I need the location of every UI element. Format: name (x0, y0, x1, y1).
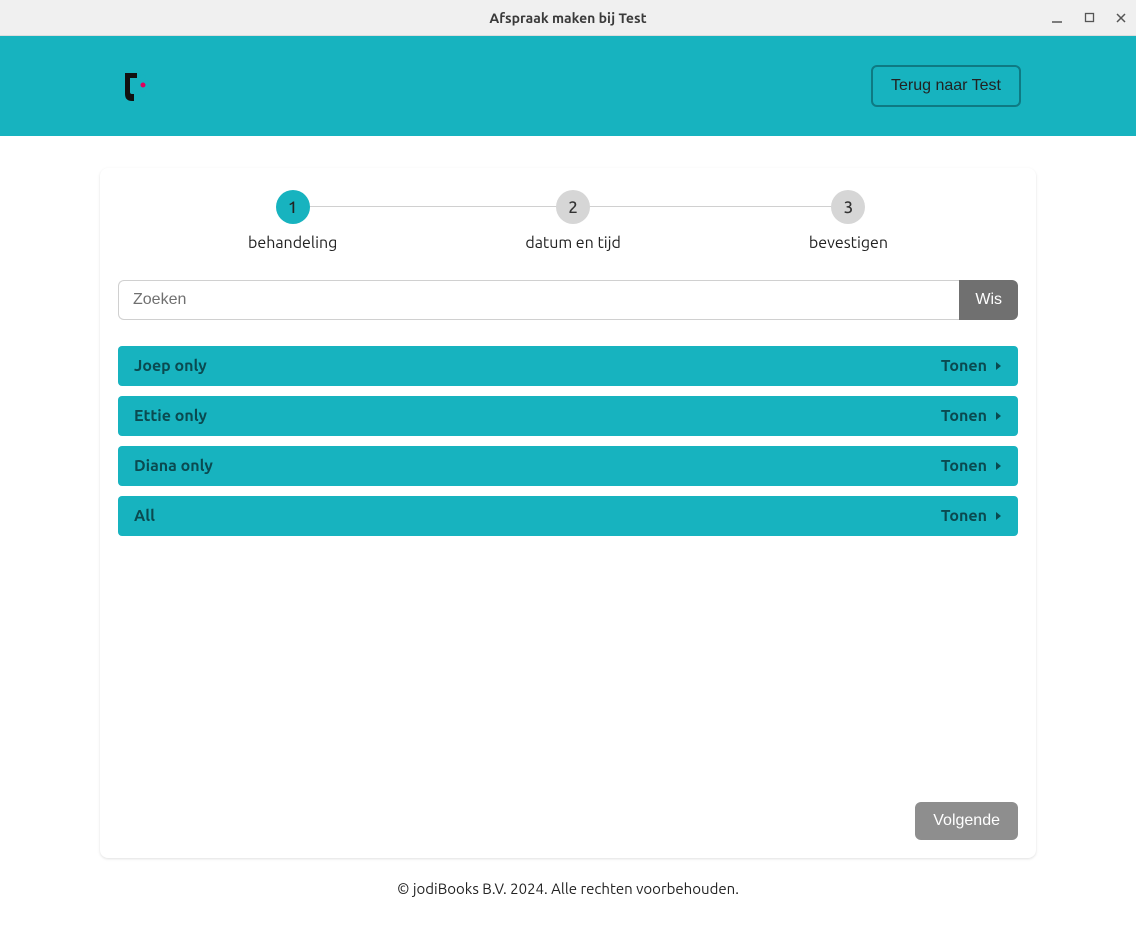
category-name: Ettie only (134, 407, 207, 425)
page-footer: © jodiBooks B.V. 2024. Alle rechten voor… (0, 858, 1136, 925)
category-item-diana[interactable]: Diana only Tonen (118, 446, 1018, 486)
clear-button[interactable]: Wis (959, 280, 1018, 320)
category-toggle-label: Tonen (941, 407, 987, 425)
step-label-3: bevestigen (809, 234, 888, 252)
chevron-right-icon (995, 411, 1002, 421)
step-label-1: behandeling (248, 234, 337, 252)
step-label-2: datum en tijd (525, 234, 621, 252)
category-toggle-label: Tonen (941, 457, 987, 475)
maximize-icon[interactable] (1082, 11, 1096, 25)
step-circle-2: 2 (556, 190, 590, 224)
close-icon[interactable] (1114, 11, 1128, 25)
step-3: 3 bevestigen (809, 190, 888, 252)
category-toggle: Tonen (941, 357, 1002, 375)
category-toggle: Tonen (941, 407, 1002, 425)
search-row: Wis (118, 280, 1018, 320)
step-circle-3: 3 (831, 190, 865, 224)
window: Afspraak maken bij Test Te (0, 0, 1136, 950)
chevron-right-icon (995, 511, 1002, 521)
category-list: Joep only Tonen Ettie only Tonen Diana o… (118, 346, 1018, 536)
titlebar: Afspraak maken bij Test (0, 0, 1136, 36)
app-header: Terug naar Test (0, 36, 1136, 136)
category-name: All (134, 507, 155, 525)
app-body: Terug naar Test 1 behandeling 2 datum en… (0, 36, 1136, 950)
search-input[interactable] (118, 280, 959, 320)
chevron-right-icon (995, 361, 1002, 371)
category-item-joep[interactable]: Joep only Tonen (118, 346, 1018, 386)
stepper: 1 behandeling 2 datum en tijd 3 bevestig… (118, 190, 1018, 252)
category-item-all[interactable]: All Tonen (118, 496, 1018, 536)
category-name: Diana only (134, 457, 213, 475)
card-footer: Volgende (118, 802, 1018, 840)
step-1: 1 behandeling (248, 190, 337, 252)
category-toggle: Tonen (941, 507, 1002, 525)
next-button[interactable]: Volgende (915, 802, 1018, 840)
category-item-ettie[interactable]: Ettie only Tonen (118, 396, 1018, 436)
category-toggle: Tonen (941, 457, 1002, 475)
copyright-text: © jodiBooks B.V. 2024. Alle rechten voor… (397, 880, 739, 897)
logo (115, 66, 155, 106)
back-button[interactable]: Terug naar Test (871, 65, 1021, 107)
step-circle-1: 1 (276, 190, 310, 224)
category-toggle-label: Tonen (941, 507, 987, 525)
window-title: Afspraak maken bij Test (489, 10, 646, 26)
titlebar-controls (1050, 0, 1128, 35)
main-card: 1 behandeling 2 datum en tijd 3 bevestig… (100, 168, 1036, 858)
category-name: Joep only (134, 357, 207, 375)
chevron-right-icon (995, 461, 1002, 471)
step-2: 2 datum en tijd (525, 190, 621, 252)
minimize-icon[interactable] (1050, 11, 1064, 25)
category-toggle-label: Tonen (941, 357, 987, 375)
